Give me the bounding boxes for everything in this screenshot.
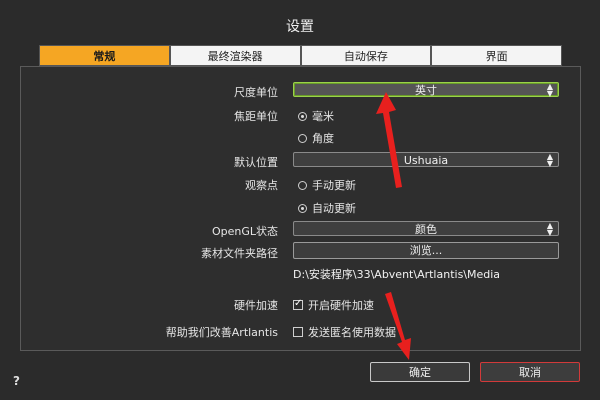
focal-option-mm[interactable]: 毫米 [298, 108, 334, 124]
tab-general[interactable]: 常规 [39, 45, 170, 66]
send-data-checkbox[interactable]: 发送匿名使用数据 [293, 324, 396, 340]
help-improve-label: 帮助我们改善Artlantis [165, 326, 278, 339]
opengl-select[interactable]: 颜色 ▲ ▼ [293, 221, 559, 237]
radio-selected-icon [298, 111, 307, 121]
checkbox-checked-icon [293, 298, 303, 310]
ok-button[interactable]: 确定 [370, 362, 470, 382]
hw-accel-option-label: 开启硬件加速 [308, 299, 374, 312]
observer-option-auto-label: 自动更新 [312, 202, 356, 215]
position-label: 默认位置 [234, 156, 278, 169]
position-select[interactable]: Ushuaia ▲ ▼ [293, 152, 559, 168]
observer-option-manual-label: 手动更新 [312, 179, 356, 192]
hw-accel-label: 硬件加速 [234, 299, 278, 312]
dialog-title: 设置 [286, 19, 314, 35]
observer-option-auto[interactable]: 自动更新 [298, 200, 356, 216]
updown-arrow-icon: ▲ ▼ [546, 152, 553, 168]
opengl-label: OpenGL状态 [211, 225, 278, 238]
red-arrow-down-icon [385, 292, 411, 360]
focal-option-angle[interactable]: 角度 [298, 130, 334, 146]
hw-accel-checkbox[interactable]: 开启硬件加速 [293, 297, 374, 313]
opengl-value: 颜色 [415, 223, 437, 236]
tab-final-renderer[interactable]: 最终渲染器 [169, 45, 301, 66]
red-arrow-up-icon [376, 92, 402, 188]
unit-select[interactable]: 英寸 ▲ ▼ [293, 82, 559, 98]
tab-bar: 常规 最终渲染器 自动保存 界面 [39, 45, 562, 66]
tab-autosave[interactable]: 自动保存 [300, 45, 432, 66]
updown-arrow-icon: ▲ ▼ [546, 82, 553, 98]
checkbox-icon [293, 327, 303, 337]
updown-arrow-icon: ▲ ▼ [546, 221, 553, 237]
folder-path: D:\安装程序\33\Abvent\Artlantis\Media [293, 268, 501, 281]
observer-option-manual[interactable]: 手动更新 [298, 177, 356, 193]
browse-button[interactable]: 浏览... [293, 242, 559, 259]
radio-icon [298, 133, 307, 143]
focal-label: 焦距单位 [234, 110, 278, 123]
unit-value: 英寸 [415, 84, 437, 97]
observer-label: 观察点 [245, 179, 278, 192]
tab-interface[interactable]: 界面 [431, 45, 562, 66]
radio-selected-icon [298, 203, 307, 213]
folder-label: 素材文件夹路径 [201, 247, 278, 260]
help-icon[interactable]: ? [13, 374, 20, 388]
focal-option-angle-label: 角度 [312, 132, 334, 145]
send-data-option-label: 发送匿名使用数据 [308, 326, 396, 339]
focal-option-mm-label: 毫米 [312, 110, 334, 123]
unit-label: 尺度单位 [234, 86, 278, 99]
cancel-button[interactable]: 取消 [480, 362, 580, 382]
radio-icon [298, 180, 307, 190]
